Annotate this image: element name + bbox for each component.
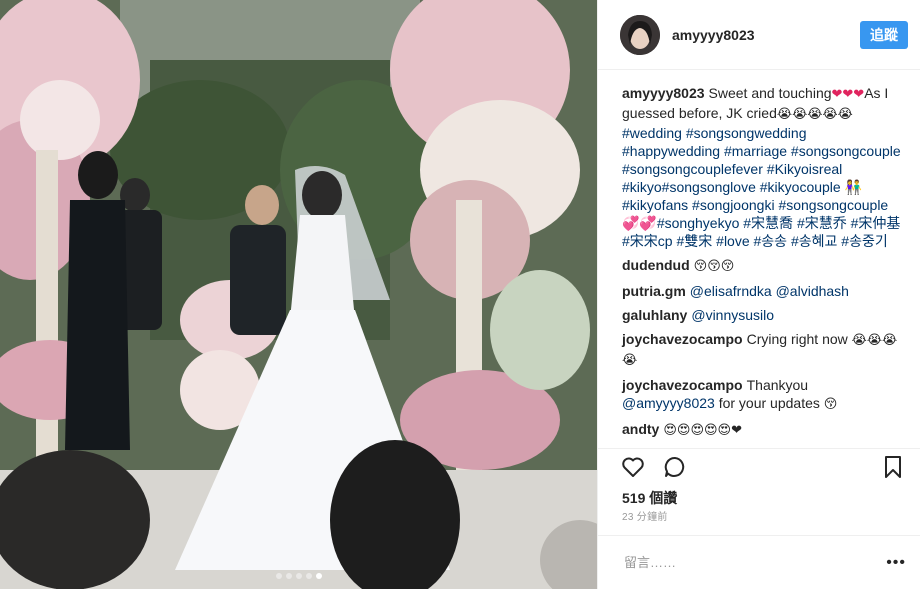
comment-text: Thankyou <box>746 377 809 394</box>
comment-username[interactable]: dudendud <box>622 257 690 273</box>
hashtag-link[interactable]: #宋宋cp <box>622 233 673 249</box>
carousel-dot <box>305 573 312 579</box>
comment-mention[interactable]: @alvidhash <box>776 283 849 299</box>
hashtag-link[interactable]: #雙宋 <box>676 233 712 249</box>
post-photo[interactable] <box>0 0 597 589</box>
caption-emoji: ❤❤❤ <box>831 87 865 103</box>
hashtag-link[interactable]: #songsongcouple <box>791 143 901 159</box>
heart-icon[interactable] <box>620 454 646 480</box>
comment-username[interactable]: galuhlany <box>622 307 687 323</box>
hashtag-link[interactable]: #marriage <box>724 143 787 159</box>
comment-item: putria.gm @elisafrndka @alvidhash <box>622 282 904 300</box>
carousel-dot <box>275 573 282 579</box>
comment-mention[interactable]: @elisafrndka <box>690 283 772 299</box>
caption-hashtags: #wedding #songsongwedding #happywedding … <box>622 124 904 250</box>
caption-text: Sweet and touching <box>708 85 832 102</box>
comment-emoji: 😍😍😍😍😍❤ <box>663 423 742 439</box>
post-side-panel: amyyyy8023 追蹤 amyyyy8023 Sweet and touchi… <box>597 0 920 589</box>
hashtag-link[interactable]: #wedding <box>622 125 682 141</box>
hashtag-link[interactable]: #love <box>716 233 749 249</box>
post-timestamp: 23 分鐘前 <box>622 511 668 523</box>
comment-item: joychavezocampo Thankyou @amyyyy8023 for … <box>622 376 904 414</box>
comment-item: dudendud 😚😚😚 <box>622 256 904 276</box>
comment-text-2: for your updates <box>718 395 820 412</box>
hashtag-link[interactable]: #songjoongki <box>692 197 775 213</box>
hashtag-link[interactable]: #송송 <box>754 233 788 249</box>
author-username[interactable]: amyyyy8023 <box>672 27 860 43</box>
more-dots-icon[interactable]: ••• <box>886 554 906 572</box>
comment-username[interactable]: joychavezocampo <box>622 377 743 393</box>
follow-button[interactable]: 追蹤 <box>860 20 908 49</box>
instagram-post: amyyyy8023 追蹤 amyyyy8023 Sweet and touchi… <box>0 0 920 589</box>
comment-emoji: 😚 <box>823 397 838 413</box>
add-comment-section: ••• <box>598 535 920 589</box>
hashtag-link[interactable]: #kikyo#songsonglove <box>622 179 756 195</box>
hashtag-link[interactable]: #송혜교 <box>791 233 837 249</box>
comment-item: andty 😍😍😍😍😍❤ <box>622 420 904 440</box>
bookmark-icon[interactable] <box>880 454 906 480</box>
comment-bubble-icon[interactable] <box>662 454 688 480</box>
hashtag-link[interactable]: #송중기 <box>841 233 887 249</box>
hashtag-link[interactable]: #宋慧喬 <box>743 215 793 231</box>
caption-emoji-2: 😭😭😭😭😭 <box>776 107 853 123</box>
hashtag-link[interactable]: #songsongcouplefever <box>622 161 763 177</box>
comment-username[interactable]: joychavezocampo <box>622 331 743 347</box>
comment-text: Crying right now <box>746 331 848 348</box>
hashtag-link[interactable]: #happywedding <box>622 143 720 159</box>
comment-username[interactable]: andty <box>622 421 659 437</box>
hashtag-link[interactable]: #宋仲基 <box>851 215 901 231</box>
comment-input[interactable] <box>622 554 887 571</box>
post-actions-bar <box>598 448 920 484</box>
comment-item: galuhlany @vinnysusilo <box>622 306 904 324</box>
comment-username[interactable]: putria.gm <box>622 283 686 299</box>
comment-emoji: 😚😚😚 <box>693 259 735 275</box>
hashtag-link[interactable]: #kikyocouple <box>760 179 841 195</box>
comment-mention[interactable]: @amyyyy8023 <box>622 395 715 411</box>
like-count[interactable]: 519 個讚 <box>598 484 920 509</box>
carousel-dot-active <box>315 573 322 579</box>
comment-item: joychavezocampo Crying right now 😭😭😭😭 <box>622 330 904 370</box>
hashtag-link[interactable]: #songsongwedding <box>686 125 807 141</box>
caption: amyyyy8023 Sweet and touching❤❤❤As I gues… <box>622 84 904 250</box>
comment-mention[interactable]: @vinnysusilo <box>691 307 774 323</box>
carousel-dot <box>285 573 292 579</box>
hashtag-link[interactable]: #Kikyoisreal <box>767 161 842 177</box>
author-avatar[interactable] <box>620 14 660 55</box>
carousel-dot <box>295 573 302 579</box>
hashtag-link[interactable]: #宋慧乔 <box>797 215 847 231</box>
wedding-photo-illustration <box>0 0 597 589</box>
carousel-indicator <box>0 573 597 579</box>
caption-username[interactable]: amyyyy8023 <box>622 85 705 101</box>
comments-list: amyyyy8023 Sweet and touching❤❤❤As I gues… <box>598 70 920 448</box>
post-header: amyyyy8023 追蹤 <box>598 0 920 71</box>
